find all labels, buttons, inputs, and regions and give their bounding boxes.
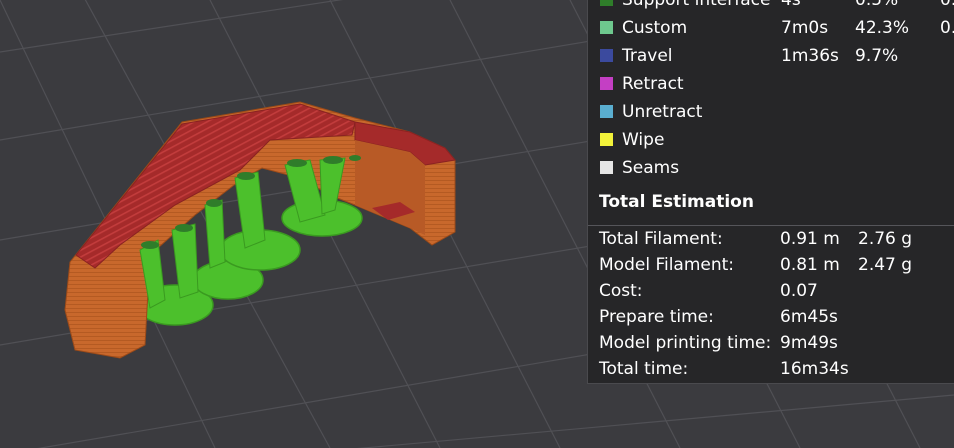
estimation-label: Model Filament: — [599, 255, 735, 275]
legend-swatch — [600, 0, 613, 6]
legend-label: Custom — [622, 18, 688, 38]
estimation-row-total-filament: Total Filament: 0.91 m 2.76 g — [588, 226, 954, 252]
legend-label: Unretract — [622, 102, 703, 122]
slice-statistics-panel: Support interface 4s 0.5% 0. Custom 7m0s… — [587, 0, 954, 384]
estimation-value: 9m49s — [780, 333, 838, 353]
estimation-row-total-time: Total time: 16m34s — [588, 356, 954, 382]
estimation-row-cost: Cost: 0.07 — [588, 278, 954, 304]
estimation-label: Total time: — [599, 359, 689, 379]
legend-item-support-interface[interactable]: Support interface 4s 0.5% 0. — [588, 0, 954, 14]
estimation-value-weight: 2.76 g — [858, 229, 913, 249]
legend-percent: 9.7% — [855, 46, 899, 66]
estimation-row-model-filament: Model Filament: 0.81 m 2.47 g — [588, 252, 954, 278]
estimation-value: 0.81 m — [780, 255, 840, 275]
estimation-value-weight: 2.47 g — [858, 255, 913, 275]
legend-swatch — [600, 49, 613, 62]
legend-extra: 0. — [940, 0, 954, 10]
legend-label: Wipe — [622, 130, 665, 150]
legend-swatch — [600, 105, 613, 118]
estimation-value: 6m45s — [780, 307, 838, 327]
total-estimation-title: Total Estimation — [599, 192, 754, 212]
estimation-label: Total Filament: — [599, 229, 723, 249]
legend-item-travel[interactable]: Travel 1m36s 9.7% — [588, 42, 954, 70]
estimation-row-prepare-time: Prepare time: 6m45s — [588, 304, 954, 330]
estimation-value: 0.07 — [780, 281, 818, 301]
legend-item-custom[interactable]: Custom 7m0s 42.3% 0. — [588, 14, 954, 42]
legend-time: 4s — [781, 0, 801, 10]
legend-swatch — [600, 21, 613, 34]
estimation-value: 0.91 m — [780, 229, 840, 249]
legend-percent: 0.5% — [855, 0, 899, 10]
legend-label: Travel — [622, 46, 673, 66]
legend-time: 7m0s — [781, 18, 829, 38]
legend-label: Seams — [622, 158, 680, 178]
estimation-label: Cost: — [599, 281, 643, 301]
legend-item-unretract[interactable]: Unretract — [588, 98, 954, 126]
legend-item-seams[interactable]: Seams — [588, 154, 954, 182]
legend-item-retract[interactable]: Retract — [588, 70, 954, 98]
estimation-label: Model printing time: — [599, 333, 772, 353]
legend-time: 1m36s — [781, 46, 839, 66]
legend-label: Retract — [622, 74, 684, 94]
legend-item-wipe[interactable]: Wipe — [588, 126, 954, 154]
legend-swatch — [600, 77, 613, 90]
estimation-label: Prepare time: — [599, 307, 714, 327]
legend-label: Support interface — [622, 0, 771, 10]
estimation-value: 16m34s — [780, 359, 849, 379]
legend-percent: 42.3% — [855, 18, 910, 38]
legend-swatch — [600, 161, 613, 174]
legend-swatch — [600, 133, 613, 146]
legend-extra: 0. — [940, 18, 954, 38]
estimation-row-model-printing-time: Model printing time: 9m49s — [588, 330, 954, 356]
